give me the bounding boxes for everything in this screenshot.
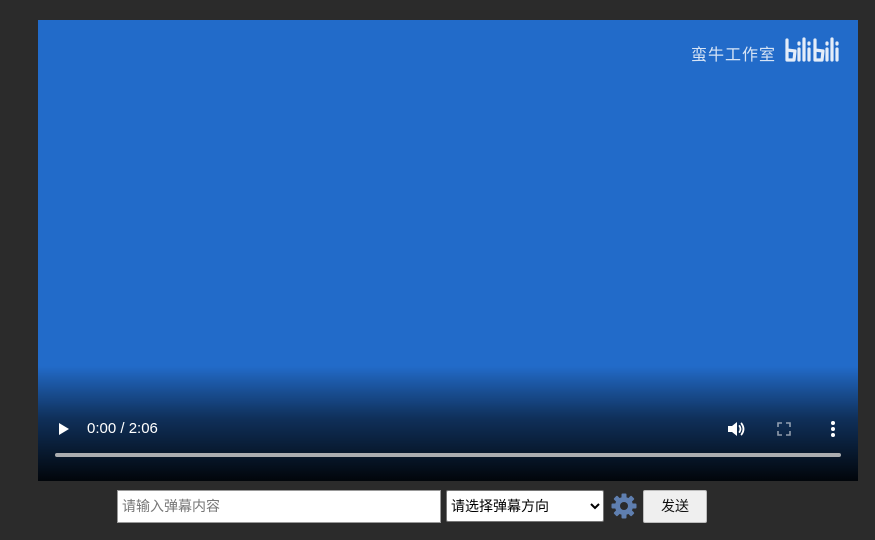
settings-button[interactable] [610, 492, 638, 520]
gear-icon [611, 493, 637, 519]
danmaku-bar: 请选择弹幕方向 发送 [117, 489, 707, 523]
page: 蛮牛工作室 0:00 / 2:06 请输入弹幕内容 请选择弹幕方向 发送 [0, 0, 875, 540]
danmaku-input[interactable] [117, 489, 441, 523]
bilibili-logo [784, 36, 844, 70]
send-button[interactable]: 发送 [643, 489, 707, 523]
more-vertical-icon [831, 421, 835, 437]
danmaku-direction-select[interactable]: 请选择弹幕方向 [446, 490, 604, 522]
time-display: 0:00 / 2:06 [87, 420, 158, 437]
fullscreen-button[interactable] [775, 420, 793, 438]
volume-button[interactable] [725, 418, 747, 440]
watermark-text: 蛮牛工作室 [690, 47, 776, 64]
watermark: 蛮牛工作室 [691, 36, 844, 70]
player-controls: 0:00 / 2:06 [38, 416, 858, 481]
play-icon [59, 423, 69, 435]
progress-bar[interactable] [55, 453, 841, 457]
fullscreen-icon [777, 422, 791, 436]
bilibili-logo-graphic [785, 37, 839, 62]
play-button[interactable] [54, 416, 74, 442]
volume-icon [728, 422, 745, 436]
more-options-button[interactable] [826, 419, 840, 439]
video-player[interactable]: 蛮牛工作室 0:00 / 2:06 [38, 20, 858, 481]
